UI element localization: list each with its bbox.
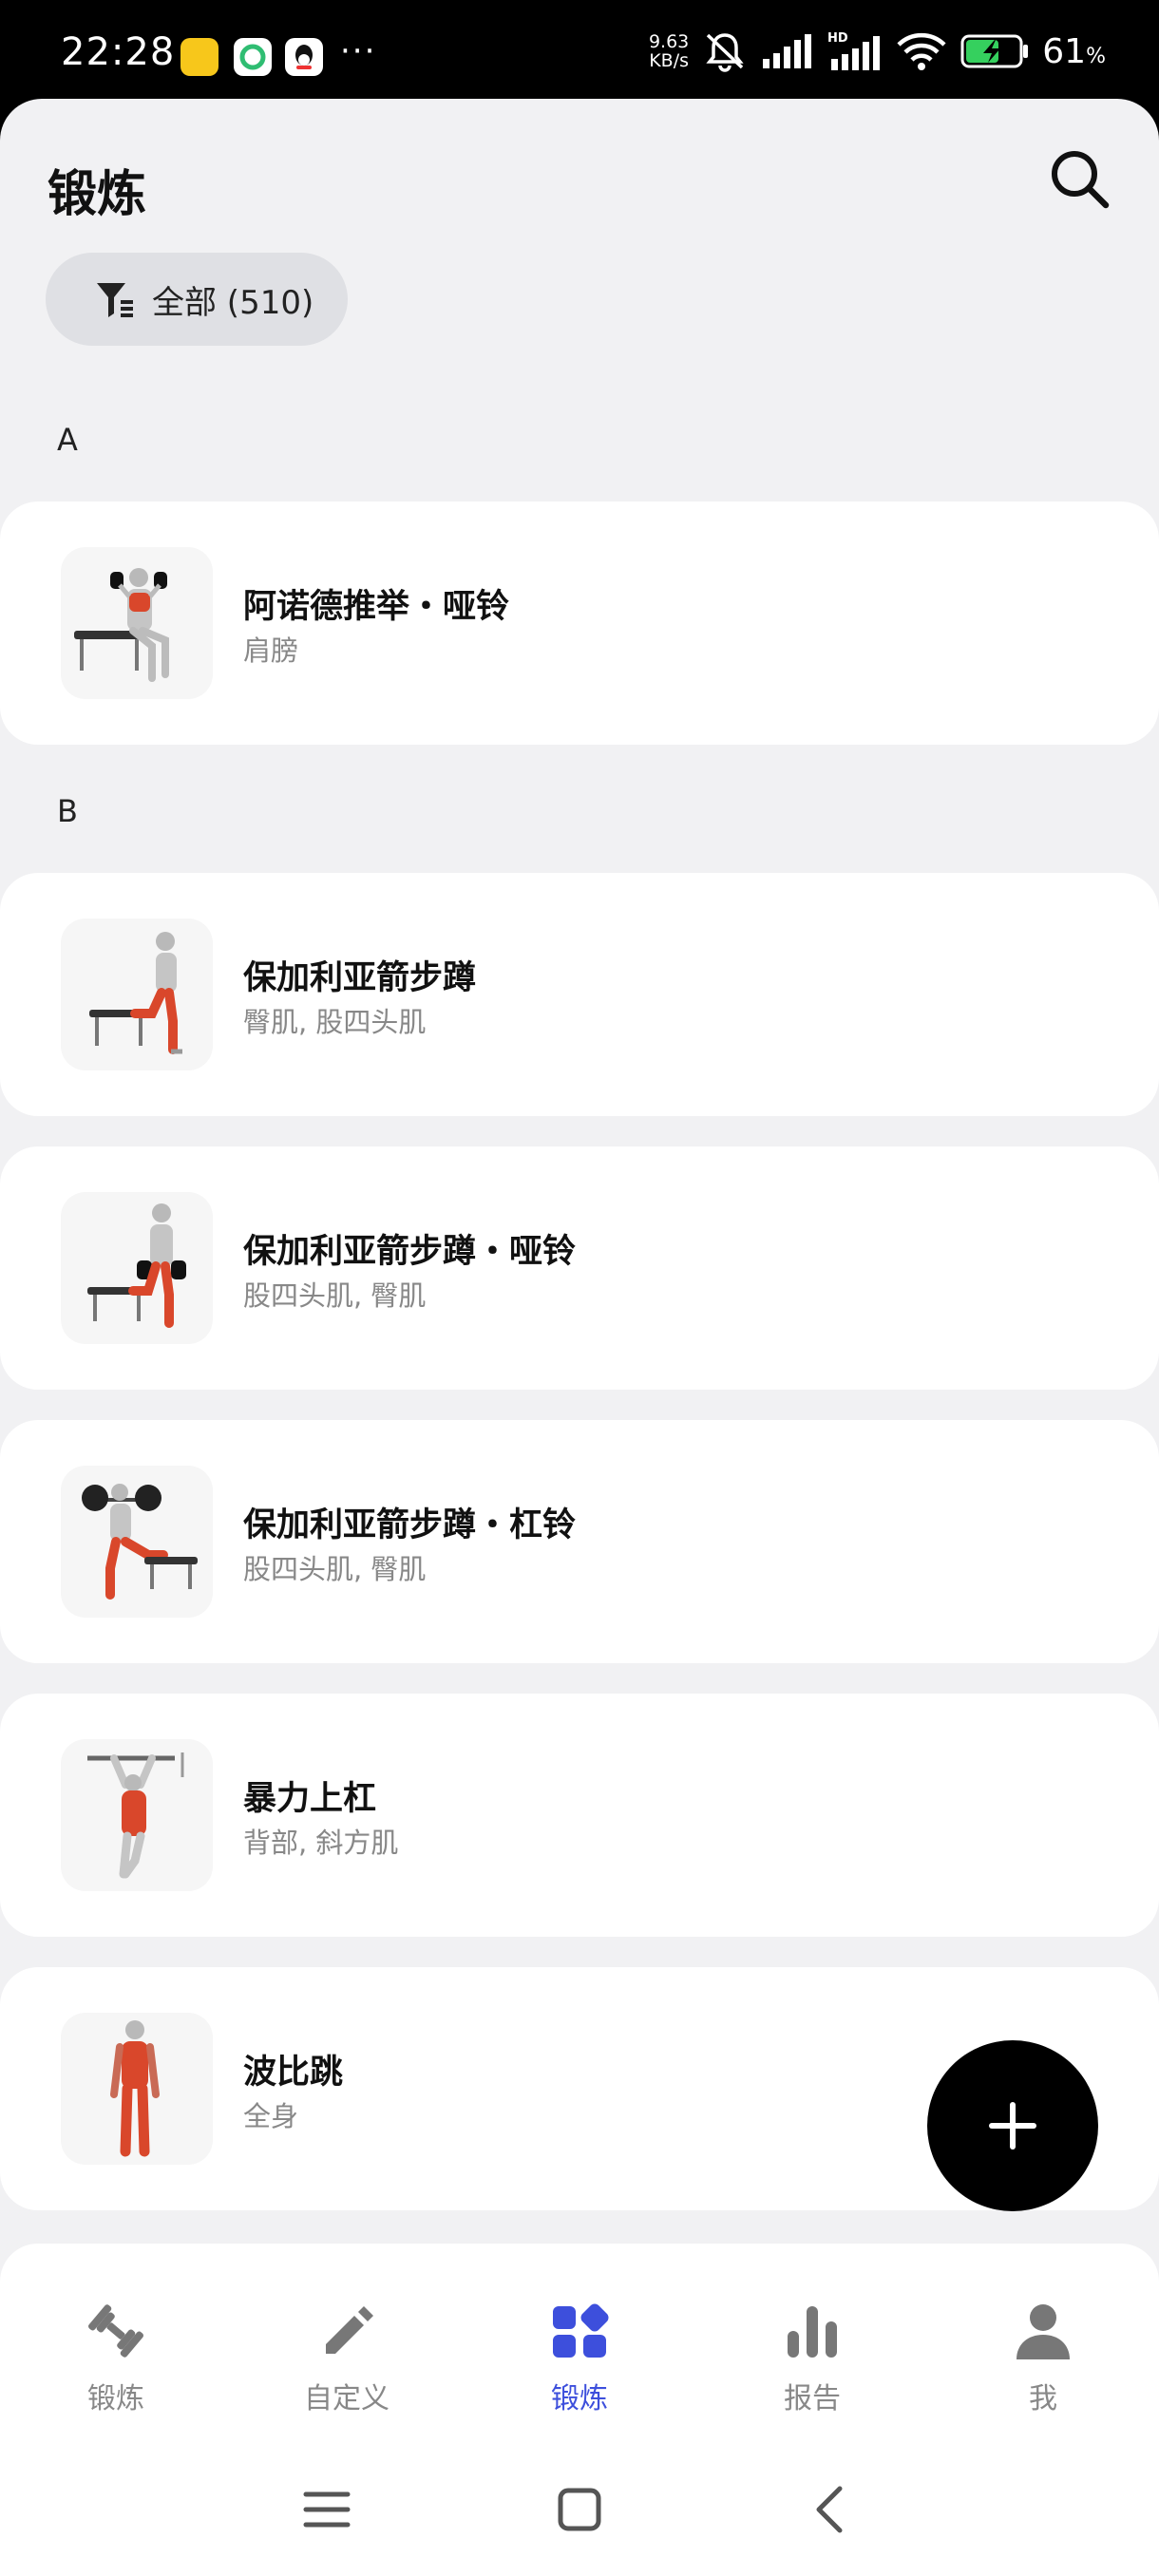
add-exercise-button[interactable] (927, 2040, 1098, 2211)
main-sheet: 锻炼 全部 (510) A 阿诺德推举・哑铃 肩膀 B 保加利亚箭步蹲 臀肌, … (0, 99, 1159, 2576)
more-notifications-icon: ··· (340, 32, 377, 70)
page-title: 锻炼 (48, 166, 147, 223)
plus-icon (989, 2102, 1036, 2150)
nav-tab-workout[interactable]: 锻炼 (21, 2297, 211, 2430)
section-header: B (57, 793, 78, 829)
exercise-card[interactable]: 保加利亚箭步蹲・哑铃 股四头肌, 臀肌 (0, 1146, 1159, 1390)
signal-icon (763, 34, 812, 68)
exercise-card[interactable]: 暴力上杠 背部, 斜方肌 (0, 1694, 1159, 1937)
filter-chip[interactable]: 全部 (510) (46, 253, 348, 346)
status-bar: 22:28 ··· 9.63 KB/s HD 61% (0, 0, 1159, 99)
exercise-card[interactable]: 保加利亚箭步蹲 臀肌, 股四头肌 (0, 873, 1159, 1116)
exercise-thumbnail (61, 1466, 213, 1618)
pencil-icon (326, 2306, 373, 2354)
exercise-muscles: 肩膀 (243, 635, 299, 667)
exercise-thumbnail (61, 919, 213, 1070)
exercise-name: 波比跳 (243, 2054, 344, 2092)
home-icon[interactable] (551, 2481, 608, 2538)
signal-hd-icon: HD (827, 31, 881, 70)
person-icon (1016, 2304, 1070, 2359)
network-speed: 9.63 KB/s (648, 31, 690, 71)
status-time: 22:28 (61, 30, 176, 74)
exercise-name: 保加利亚箭步蹲・杠铃 (243, 1506, 577, 1544)
app-notification-icon (234, 38, 272, 76)
svg-text:HD: HD (827, 31, 848, 46)
status-indicators: 9.63 KB/s HD 61% (649, 28, 1106, 74)
battery-charging-icon (960, 34, 1029, 68)
exercise-muscles: 股四头肌, 臀肌 (243, 1553, 427, 1585)
search-icon[interactable] (1047, 146, 1112, 211)
nav-tab-custom[interactable]: 自定义 (252, 2297, 442, 2430)
exercise-muscles: 股四头肌, 臀肌 (243, 1279, 427, 1312)
wifi-icon (897, 32, 946, 70)
bell-muted-icon (706, 33, 744, 72)
exercise-name: 保加利亚箭步蹲 (243, 959, 477, 997)
nav-tab-exercises[interactable]: 锻炼 (484, 2297, 674, 2430)
qq-icon (285, 38, 323, 76)
exercise-name: 阿诺德推举・哑铃 (243, 588, 510, 626)
exercise-thumbnail (61, 547, 213, 699)
exercise-name: 暴力上杠 (243, 1780, 377, 1818)
nav-tab-me[interactable]: 我 (948, 2297, 1138, 2430)
section-header: A (57, 422, 78, 458)
exercise-muscles: 臀肌, 股四头肌 (243, 1006, 427, 1038)
exercise-thumbnail (61, 2013, 213, 2165)
battery-percentage: 61% (1042, 31, 1106, 71)
nav-tab-report[interactable]: 报告 (717, 2297, 907, 2430)
menu-icon[interactable] (298, 2481, 355, 2538)
exercise-muscles: 背部, 斜方肌 (243, 1827, 399, 1859)
exercise-card[interactable]: 阿诺德推举・哑铃 肩膀 (0, 502, 1159, 745)
grid-icon (553, 2303, 609, 2358)
dumbbell-icon (88, 2304, 143, 2358)
exercise-name: 保加利亚箭步蹲・哑铃 (243, 1233, 577, 1271)
exercise-muscles: 全身 (243, 2100, 299, 2132)
exercise-card[interactable]: 保加利亚箭步蹲・杠铃 股四头肌, 臀肌 (0, 1420, 1159, 1663)
filter-label: 全部 (510) (152, 283, 314, 322)
bar-chart-icon (788, 2306, 837, 2358)
back-icon[interactable] (804, 2481, 861, 2538)
exercise-thumbnail (61, 1739, 213, 1891)
filter-icon (97, 283, 133, 317)
app-notification-icon (180, 38, 218, 76)
exercise-thumbnail (61, 1192, 213, 1344)
